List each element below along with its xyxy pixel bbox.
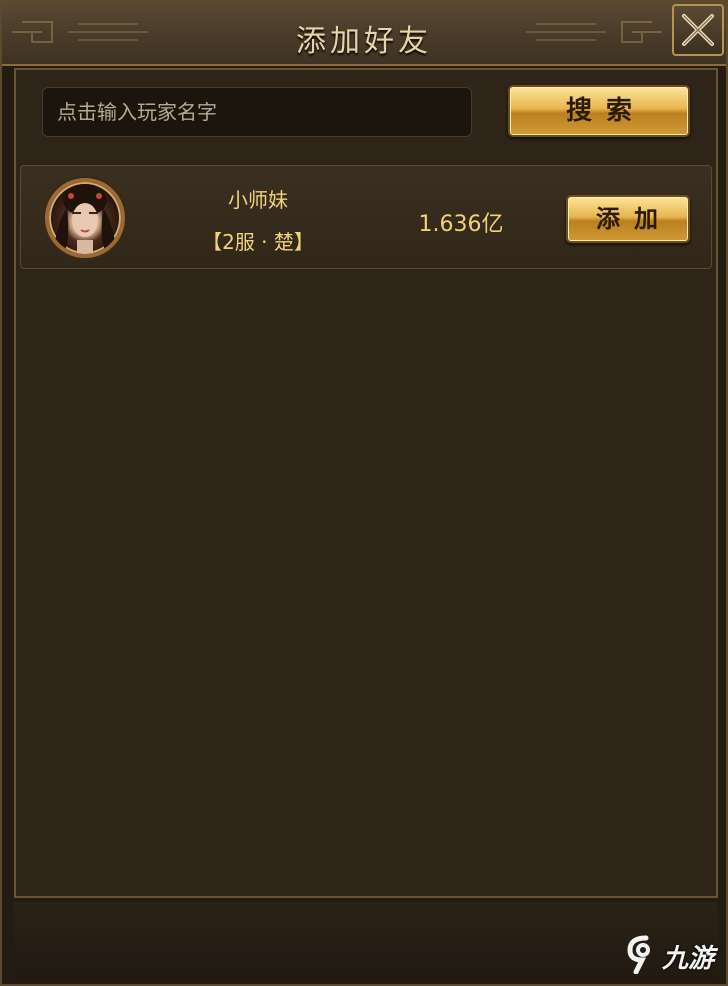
player-portrait-avatar	[45, 178, 125, 258]
close-x-icon	[682, 14, 714, 46]
dialog-title: 添加好友	[296, 24, 432, 59]
portrait-face-icon	[53, 184, 117, 254]
watermark-text: 九游	[662, 944, 715, 974]
close-button[interactable]	[672, 4, 724, 56]
add-friend-dialog: 添加好友 搜索 小师妹 【2服 · 楚】 1.63	[0, 0, 728, 986]
player-power-value: 1.636亿	[418, 212, 504, 237]
player-server: 【2服 · 楚】	[202, 230, 314, 254]
search-result-row: 小师妹 【2服 · 楚】 1.636亿 添加	[20, 165, 712, 269]
player-name-search-input[interactable]	[42, 87, 472, 137]
bottom-strip	[14, 902, 718, 982]
9you-logo-icon	[627, 935, 650, 974]
watermark: 九游	[626, 934, 716, 974]
search-button[interactable]: 搜索	[508, 85, 690, 137]
add-friend-button[interactable]: 添加	[566, 195, 690, 243]
title-bar: 添加好友	[2, 2, 726, 66]
player-name: 小师妹	[228, 188, 288, 212]
